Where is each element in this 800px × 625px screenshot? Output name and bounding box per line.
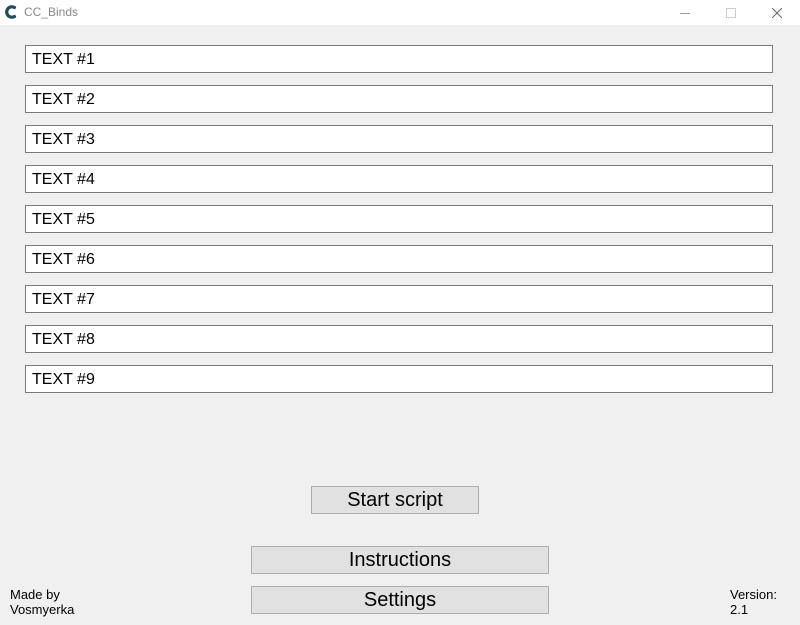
app-logo-icon: [4, 4, 18, 20]
window-title: CC_Binds: [24, 5, 79, 19]
text-field-9[interactable]: [25, 365, 773, 393]
text-field-3[interactable]: [25, 125, 773, 153]
close-icon[interactable]: [754, 0, 800, 25]
made-by-label: Made by: [10, 587, 60, 602]
text-field-2[interactable]: [25, 85, 773, 113]
start-script-button[interactable]: Start script: [311, 486, 479, 514]
version-info: Version: 2.1: [730, 587, 777, 617]
text-field-1[interactable]: [25, 45, 773, 73]
text-field-6[interactable]: [25, 245, 773, 273]
title-bar[interactable]: CC_Binds: [0, 0, 800, 25]
minimize-icon[interactable]: [662, 0, 708, 25]
instructions-button[interactable]: Instructions: [251, 546, 549, 574]
author-name: Vosmyerka: [10, 602, 75, 617]
version-value: 2.1: [730, 602, 749, 617]
text-field-7[interactable]: [25, 285, 773, 313]
maximize-icon[interactable]: [708, 0, 754, 25]
text-field-4[interactable]: [25, 165, 773, 193]
author-credit: Made by Vosmyerka: [10, 587, 74, 617]
version-label: Version:: [730, 587, 777, 602]
text-field-8[interactable]: [25, 325, 773, 353]
text-field-5[interactable]: [25, 205, 773, 233]
settings-button[interactable]: Settings: [251, 586, 549, 614]
